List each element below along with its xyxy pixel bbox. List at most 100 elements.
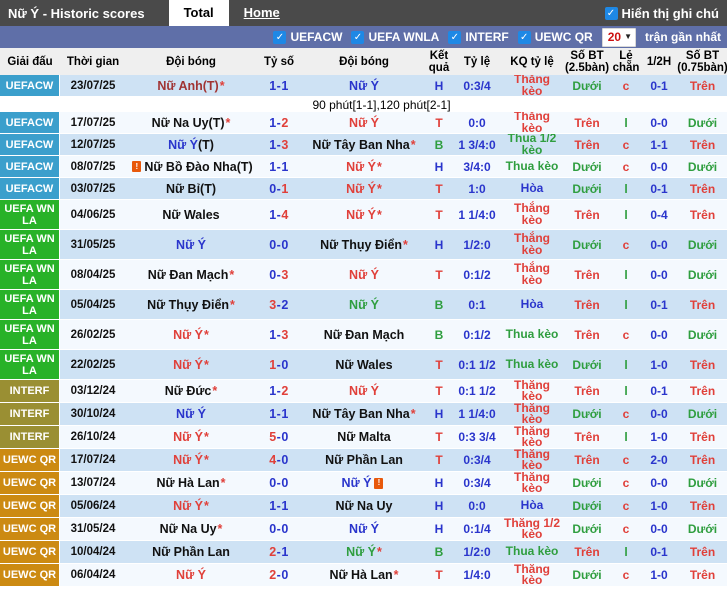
show-notes-toggle[interactable]: ✓ Hiển thị ghi chú	[605, 6, 727, 21]
away-goals: 2	[281, 385, 288, 397]
home-team-cell[interactable]: Nữ Phần Lan	[126, 541, 256, 564]
checkbox-checked-icon[interactable]: ✓	[351, 31, 364, 44]
away-team-cell[interactable]: Nữ Thụy Điển*	[302, 230, 426, 260]
away-team-cell[interactable]: Nữ Ý	[302, 518, 426, 541]
away-team-cell[interactable]: Nữ Ý	[302, 112, 426, 134]
checkbox-checked-icon[interactable]: ✓	[273, 31, 286, 44]
away-team-cell[interactable]: Nữ Ý!	[302, 472, 426, 495]
checkbox-checked-icon[interactable]: ✓	[448, 31, 461, 44]
match-row[interactable]: UEFA WNLA04/06/25Nữ Wales1-4Nữ Ý*T1 1/4:…	[0, 200, 727, 230]
match-row[interactable]: INTERF03/12/24Nữ Đức*1-2Nữ ÝT0:1 1/2Thắn…	[0, 380, 727, 403]
league-filter-uewc-qr[interactable]: ✓UEWC QR	[518, 30, 593, 44]
away-team-cell[interactable]: Nữ Ý*	[302, 178, 426, 200]
away-team-cell[interactable]: Nữ Malta	[302, 426, 426, 449]
away-team-cell[interactable]: Nữ Ý	[302, 75, 426, 97]
match-row[interactable]: UEWC QR31/05/24Nữ Na Uy*0-0Nữ ÝH0:1/4Thắ…	[0, 518, 727, 541]
over-under-075-cell: Trên	[678, 564, 727, 587]
away-team-cell[interactable]: Nữ Ý*	[302, 541, 426, 564]
home-team-cell[interactable]: Nữ Thụy Điển*	[126, 290, 256, 320]
home-team-cell[interactable]: Nữ Wales	[126, 200, 256, 230]
handicap-result-cell: Hòa	[502, 290, 562, 320]
match-row[interactable]: UEWC QR13/07/24Nữ Hà Lan*0-0Nữ Ý!H0:3/4T…	[0, 472, 727, 495]
match-row[interactable]: UEFACW08/07/25!Nữ Bồ Đào Nha(T)1-1Nữ Ý*H…	[0, 156, 727, 178]
result-cell: T	[426, 260, 452, 290]
away-team-name: Nữ Ý	[342, 477, 372, 489]
away-team-cell[interactable]: Nữ Ý	[302, 290, 426, 320]
away-team-cell[interactable]: Nữ Wales	[302, 350, 426, 380]
home-team-cell[interactable]: Nữ Bỉ(T)	[126, 178, 256, 200]
match-row[interactable]: UEWC QR05/06/24Nữ Ý*1-1Nữ Na UyH0:0HòaDư…	[0, 495, 727, 518]
score-cell: 4-0	[256, 449, 302, 472]
away-team-cell[interactable]: Nữ Tây Ban Nha*	[302, 403, 426, 426]
checkbox-checked-icon[interactable]: ✓	[518, 31, 531, 44]
away-team-cell[interactable]: Nữ Na Uy	[302, 495, 426, 518]
match-row[interactable]: INTERF26/10/24Nữ Ý*5-0Nữ MaltaT0:3 3/4Th…	[0, 426, 727, 449]
home-team-cell[interactable]: Nữ Ý(T)	[126, 134, 256, 156]
card-icon: !	[374, 478, 383, 489]
away-team-name: Nữ Ý	[346, 161, 376, 173]
home-team-cell[interactable]: Nữ Na Uy(T)*	[126, 112, 256, 134]
home-team-cell[interactable]: Nữ Hà Lan*	[126, 472, 256, 495]
result-cell: H	[426, 495, 452, 518]
match-row[interactable]: UEFA WNLA05/04/25Nữ Thụy Điển*3-2Nữ ÝB0:…	[0, 290, 727, 320]
league-filter-interf[interactable]: ✓INTERF	[448, 30, 508, 44]
match-row[interactable]: UEFACW12/07/25Nữ Ý(T)1-3Nữ Tây Ban Nha*B…	[0, 134, 727, 156]
tab-total[interactable]: Total	[169, 0, 229, 26]
over-under-075-cell: Dưới	[678, 156, 727, 178]
match-date: 17/07/24	[60, 449, 126, 472]
match-date: 10/04/24	[60, 541, 126, 564]
away-team-cell[interactable]: Nữ Ý	[302, 380, 426, 403]
away-goals: 0	[281, 359, 288, 371]
match-count-select[interactable]: 20 ▼	[602, 28, 636, 47]
league-filter-label: UEFACW	[290, 30, 342, 44]
home-team-cell[interactable]: Nữ Đan Mạch*	[126, 260, 256, 290]
home-team-cell[interactable]: Nữ Na Uy*	[126, 518, 256, 541]
match-row[interactable]: UEFACW23/07/25Nữ Anh(T)*1-1Nữ ÝH0:3/4Thắ…	[0, 75, 727, 97]
match-row[interactable]: UEFA WNLA22/02/25Nữ Ý*1-0Nữ WalesT0:1 1/…	[0, 350, 727, 380]
home-team-cell[interactable]: Nữ Ý*	[126, 449, 256, 472]
favorite-star-icon: *	[377, 546, 382, 558]
home-team-cell[interactable]: Nữ Ý	[126, 403, 256, 426]
home-team-cell[interactable]: Nữ Ý*	[126, 495, 256, 518]
match-row[interactable]: INTERF30/10/24Nữ Ý1-1Nữ Tây Ban Nha*H1 1…	[0, 403, 727, 426]
home-team-cell[interactable]: Nữ Ý	[126, 564, 256, 587]
home-team-cell[interactable]: !Nữ Bồ Đào Nha(T)	[126, 156, 256, 178]
checkbox-checked-icon[interactable]: ✓	[605, 7, 618, 20]
away-team-cell[interactable]: Nữ Ý*	[302, 156, 426, 178]
home-team-name: Nữ Ý	[176, 569, 206, 581]
home-goals: 2	[269, 546, 276, 558]
match-row[interactable]: UEFACW03/07/25Nữ Bỉ(T)0-1Nữ Ý*T1:0HòaDướ…	[0, 178, 727, 200]
home-team-cell[interactable]: Nữ Ý*	[126, 320, 256, 350]
favorite-star-icon: *	[226, 117, 231, 129]
away-team-cell[interactable]: Nữ Ý	[302, 260, 426, 290]
away-team-cell[interactable]: Nữ Đan Mạch	[302, 320, 426, 350]
home-team-cell[interactable]: Nữ Anh(T)*	[126, 75, 256, 97]
half-time-score-cell: 0-4	[640, 200, 678, 230]
match-row[interactable]: UEWC QR17/07/24Nữ Ý*4-0Nữ Phần LanT0:3/4…	[0, 449, 727, 472]
home-goals: 1	[269, 408, 276, 420]
match-row[interactable]: UEFA WNLA31/05/25Nữ Ý0-0Nữ Thụy Điển*H1/…	[0, 230, 727, 260]
away-team-cell[interactable]: Nữ Ý*	[302, 200, 426, 230]
league-badge: UEWC QR	[0, 472, 60, 495]
league-filter-uefa-wnla[interactable]: ✓UEFA WNLA	[351, 30, 439, 44]
handicap-odds-cell: 0:1 1/2	[452, 350, 502, 380]
away-goals: 1	[281, 161, 288, 173]
home-goals: 1	[269, 209, 276, 221]
home-team-cell[interactable]: Nữ Đức*	[126, 380, 256, 403]
result-cell: T	[426, 564, 452, 587]
home-team-cell[interactable]: Nữ Ý*	[126, 350, 256, 380]
match-row[interactable]: UEFA WNLA26/02/25Nữ Ý*1-3Nữ Đan MạchB0:1…	[0, 320, 727, 350]
away-team-cell[interactable]: Nữ Hà Lan*	[302, 564, 426, 587]
match-row[interactable]: UEWC QR10/04/24Nữ Phần Lan2-1Nữ Ý*B1/2:0…	[0, 541, 727, 564]
match-row[interactable]: UEFA WNLA08/04/25Nữ Đan Mạch*0-3Nữ ÝT0:1…	[0, 260, 727, 290]
match-row[interactable]: UEFACW17/07/25Nữ Na Uy(T)*1-2Nữ ÝT0:0Thắ…	[0, 112, 727, 134]
away-team-cell[interactable]: Nữ Phần Lan	[302, 449, 426, 472]
match-row[interactable]: UEWC QR06/04/24Nữ Ý2-0Nữ Hà Lan*T1/4:0Th…	[0, 564, 727, 587]
home-team-cell[interactable]: Nữ Ý*	[126, 426, 256, 449]
away-team-cell[interactable]: Nữ Tây Ban Nha*	[302, 134, 426, 156]
league-filter-uefacw[interactable]: ✓ UEFACW	[273, 30, 342, 44]
tab-home[interactable]: Home	[229, 0, 295, 26]
favorite-star-icon: *	[394, 569, 399, 581]
odd-even-cell: l	[612, 290, 640, 320]
home-team-cell[interactable]: Nữ Ý	[126, 230, 256, 260]
